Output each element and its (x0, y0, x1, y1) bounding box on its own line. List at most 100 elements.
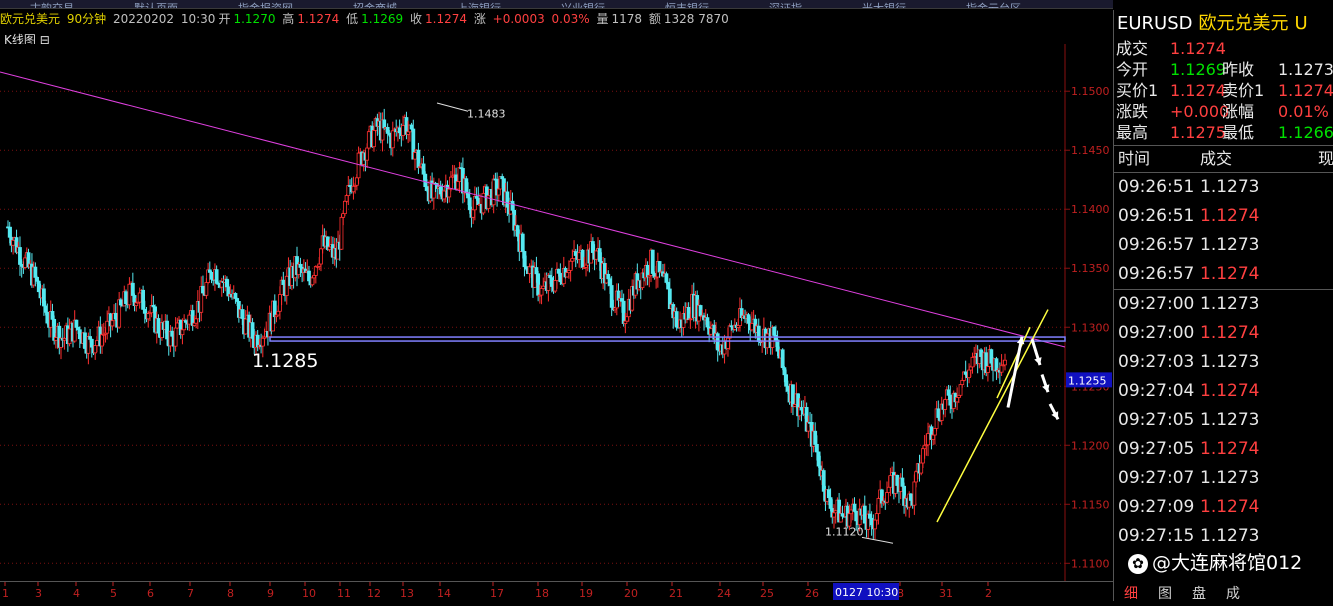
weibo-icon: ✿ (1128, 553, 1148, 574)
candle-body (233, 293, 238, 299)
candle-body (885, 492, 889, 503)
candle-body (146, 313, 151, 320)
low-note-label: 1.1120 (825, 526, 864, 539)
candle-body (194, 318, 199, 324)
candle-body (351, 185, 356, 193)
candle-body (573, 251, 578, 256)
candle-body (390, 130, 395, 149)
candle-body (23, 257, 28, 268)
tick-time: 09:26:57 (1118, 235, 1195, 255)
top-tab-8[interactable]: 光大银行 (832, 3, 906, 8)
candle-body (173, 327, 178, 347)
candle-body (365, 147, 370, 161)
x-tick-label: 2 (985, 587, 992, 600)
candle-body (568, 260, 573, 271)
candle-body (715, 333, 720, 351)
top-tab-0[interactable]: 古韵交易 (0, 3, 74, 8)
candle-body (45, 311, 50, 324)
info-time: 10:30 (180, 12, 216, 26)
candle-body (260, 337, 265, 347)
quote-row-open: 今开 1.1269 昨收 1.1273 (1116, 60, 1333, 79)
tick-time: 09:27:00 (1118, 323, 1195, 343)
candle-body (536, 273, 541, 296)
tick-time: 09:26:57 (1118, 264, 1195, 284)
candle-body (142, 308, 147, 314)
candle-body (341, 213, 346, 218)
tick-time: 09:27:05 (1118, 439, 1195, 459)
period-label[interactable]: 90分钟 (67, 12, 106, 26)
candle-body (708, 328, 713, 335)
info-open: 1.1270 (233, 12, 276, 26)
candle-body (214, 269, 219, 284)
candle-body (93, 345, 98, 354)
candle-body (791, 384, 795, 407)
candle-body (127, 283, 132, 306)
candle-body (960, 379, 965, 385)
candle-body (686, 307, 691, 320)
x-tick-label: 1 (2, 587, 9, 600)
tick-price: 1.1273 (1200, 294, 1260, 314)
x-tick-label: 25 (760, 587, 774, 600)
candle-body (828, 497, 833, 509)
kline-chart[interactable]: 1.15001.14501.14001.13501.13001.12501.12… (0, 44, 1113, 581)
candle-body (782, 367, 787, 376)
candle-body (42, 288, 46, 307)
tick-price: 1.1273 (1200, 468, 1260, 488)
quote-last: 1.1274 (1170, 39, 1226, 58)
top-tab-4[interactable]: 上海银行 (427, 3, 501, 8)
tick-row: 09:27:04 1.1274 (1114, 377, 1333, 406)
candle-body (821, 470, 826, 492)
top-tab-2[interactable]: 指金报资网 (208, 3, 293, 8)
tick-row: 09:27:05 1.1274 (1114, 435, 1333, 464)
tick-row: 09:27:00 1.1274 (1114, 319, 1333, 348)
top-tab-1[interactable]: 默认页面 (104, 3, 178, 8)
candle-body (50, 311, 55, 320)
top-tab-5[interactable]: 兴业银行 (531, 3, 605, 8)
candle-body (597, 248, 602, 262)
candle-body (313, 266, 318, 276)
x-tick-label: 21 (669, 587, 683, 600)
candle-body (339, 216, 344, 250)
x-tick-label: 10 (302, 587, 316, 600)
quote-info-bar: 欧元兑美元 90分钟 20220202 10:30 开 1.1270 高 1.1274… (0, 12, 729, 26)
top-tab-7[interactable]: 深证指 (739, 3, 802, 8)
candle-body (985, 366, 990, 373)
panel-tab-1[interactable]: 图 (1158, 583, 1172, 603)
tick-row: 09:27:03 1.1273 (1114, 348, 1333, 377)
top-tab-6[interactable]: 恒丰银行 (635, 3, 709, 8)
candle-body (36, 280, 41, 293)
x-tick-label: 5 (110, 587, 117, 600)
candle-body (141, 289, 145, 310)
quote-row-change: 涨跌 +0.000 涨幅 0.01% (1116, 102, 1329, 121)
ticks-list[interactable]: 09:26:51 1.1273 09:26:51 1.1274 09:26:57 1.12… (1114, 173, 1333, 551)
info-change: +0.0003 (492, 12, 545, 26)
candle-body (522, 251, 527, 268)
x-tick-label: 11 (337, 587, 351, 600)
top-tab-3[interactable]: 招金商城 (323, 3, 397, 8)
x-tick-label: 18 (535, 587, 549, 600)
candle-body (464, 178, 469, 193)
panel-tab-3[interactable]: 成 (1226, 583, 1240, 603)
candle-body (449, 176, 453, 190)
candle-body (854, 510, 859, 522)
candle-body (565, 272, 570, 278)
y-tick-label: 1.1400 (1071, 203, 1110, 216)
candle-body (553, 280, 558, 292)
candle-body (356, 152, 361, 179)
quote-change: +0.000 (1170, 102, 1230, 121)
candle-body (346, 185, 351, 196)
tick-price: 1.1273 (1200, 235, 1260, 255)
y-tick-label: 1.1100 (1071, 557, 1110, 570)
ticks-header: 时间 成交 现 (1114, 146, 1333, 173)
quote-panel: EURUSD 欧元兑美元 U 成交 1.1274 今开 1.1269 昨收 1.12… (1113, 10, 1333, 603)
candle-body (354, 177, 359, 186)
candle-body (931, 434, 936, 440)
candle-body (272, 300, 277, 318)
panel-tab-2[interactable]: 盘 (1192, 583, 1206, 603)
candle-body (994, 358, 999, 372)
panel-tab-0[interactable]: 细 (1124, 583, 1138, 603)
quote-name: 欧元兑美元 (1198, 13, 1289, 34)
top-tab-9[interactable]: 指金云台区 (936, 3, 1021, 8)
candle-body (397, 127, 402, 134)
info-date: 20220202 (112, 12, 175, 26)
